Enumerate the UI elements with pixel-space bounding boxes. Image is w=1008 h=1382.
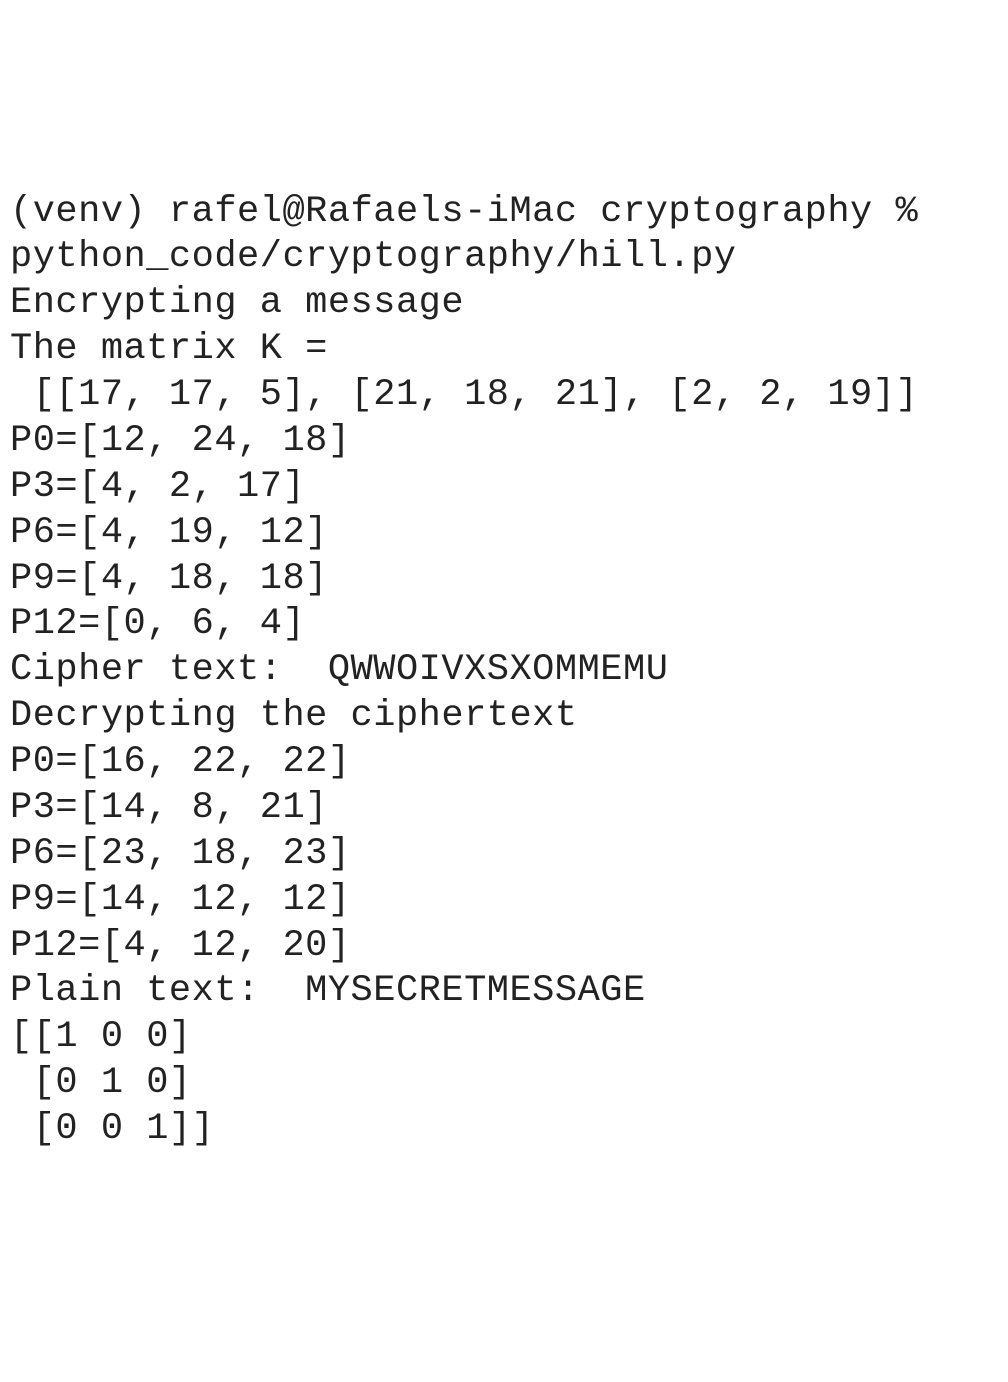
terminal-output-line: P9=[4, 18, 18] xyxy=(10,557,998,603)
terminal-output-line: Plain text: MYSECRETMESSAGE xyxy=(10,969,998,1015)
terminal-output-line: P12=[0, 6, 4] xyxy=(10,602,998,648)
terminal-output-line: P6=[4, 19, 12] xyxy=(10,511,998,557)
terminal-output-line: P3=[14, 8, 21] xyxy=(10,786,998,832)
terminal-output-line: P3=[4, 2, 17] xyxy=(10,465,998,511)
terminal-output-line: P0=[12, 24, 18] xyxy=(10,419,998,465)
terminal-output-line: [[17, 17, 5], [21, 18, 21], [2, 2, 19]] xyxy=(10,373,998,419)
terminal-output-line: [[1 0 0] xyxy=(10,1015,998,1061)
terminal-output-line: [0 1 0] xyxy=(10,1061,998,1107)
terminal-output-line: python_code/cryptography/hill.py xyxy=(10,235,998,281)
terminal-output-line: Encrypting a message xyxy=(10,281,998,327)
terminal-output-line: The matrix K = xyxy=(10,327,998,373)
terminal-output-line: Decrypting the ciphertext xyxy=(10,694,998,740)
terminal-output-line: P9=[14, 12, 12] xyxy=(10,878,998,924)
terminal-prompt-line[interactable]: (venv) rafel@Rafaels-iMac cryptography % xyxy=(10,190,998,236)
terminal-output-line: P0=[16, 22, 22] xyxy=(10,740,998,786)
terminal-output-line: P6=[23, 18, 23] xyxy=(10,832,998,878)
terminal-output-line: Cipher text: QWWOIVXSXOMMEMU xyxy=(10,648,998,694)
terminal-output-line: P12=[4, 12, 20] xyxy=(10,924,998,970)
terminal-output-line: [0 0 1]] xyxy=(10,1107,998,1153)
